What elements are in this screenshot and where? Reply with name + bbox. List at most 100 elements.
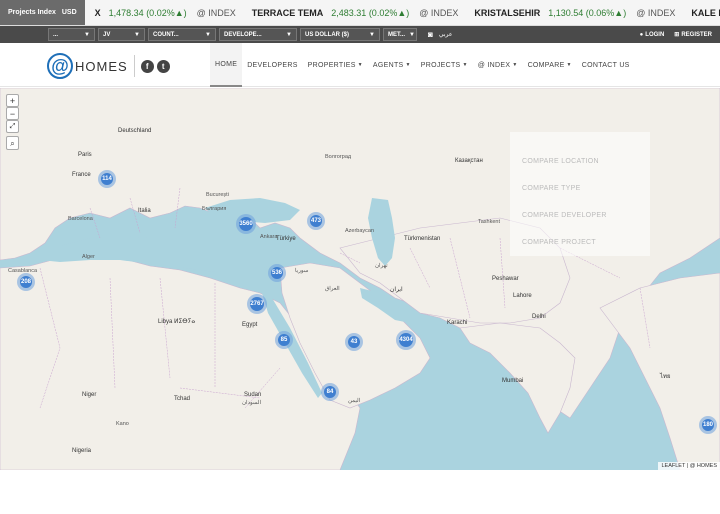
compare-type-link[interactable]: COMPARE TYPE xyxy=(522,185,581,192)
zoom-in-button[interactable]: + xyxy=(6,94,19,107)
ticker-item[interactable]: X 1,478.34 (0.02%▲) @ INDEX xyxy=(95,8,242,18)
currency-select[interactable]: US DOLLAR ($) ▼ xyxy=(300,28,380,41)
nav-item-home[interactable]: HOME xyxy=(210,43,243,87)
cluster-count: 85 xyxy=(277,333,291,347)
marker-cluster[interactable]: 84 xyxy=(321,383,339,401)
filter-select-type[interactable]: ... ▼ xyxy=(48,28,95,41)
ticker-item-name: TERRACE TEMA xyxy=(251,7,324,18)
marker-cluster[interactable]: 4304 xyxy=(396,330,416,350)
cluster-count: 114 xyxy=(100,172,114,186)
nav-item-agents[interactable]: AGENTS ▼ xyxy=(368,43,416,87)
ticker-item[interactable]: KRISTALSEHIR 1,130.54 (0.06%▲) @ INDEX xyxy=(474,8,681,18)
nav-item-projects[interactable]: PROJECTS ▼ xyxy=(416,43,473,87)
marker-cluster[interactable]: 536 xyxy=(268,264,286,282)
nav-item-index[interactable]: @ INDEX ▼ xyxy=(473,43,523,87)
search-icon[interactable]: ⌕ xyxy=(6,136,19,150)
unit-select[interactable]: MET... ▼ xyxy=(383,28,417,41)
compare-project-link[interactable]: COMPARE PROJECT xyxy=(522,239,596,246)
map-attribution[interactable]: LEAFLET | @ HOMES xyxy=(658,462,720,470)
nav-label: PROPERTIES xyxy=(307,61,356,69)
map-label: България xyxy=(202,206,227,212)
logo-at-icon: @ xyxy=(47,53,73,79)
nav-label: AGENTS xyxy=(372,61,404,69)
marker-cluster[interactable]: 180 xyxy=(699,416,717,434)
nav-item-developers[interactable]: DEVELOPERS xyxy=(242,43,302,87)
map-label: Tchad xyxy=(174,396,191,402)
marker-cluster[interactable]: 114 xyxy=(98,170,116,188)
nav-label: @ INDEX xyxy=(477,61,511,69)
ticker-item[interactable]: TERRACE TEMA 2,483.31 (0.02%▲) @ INDEX xyxy=(252,8,465,18)
map-label: Italia xyxy=(138,208,151,214)
compare-developer-link[interactable]: COMPARE DEVELOPER xyxy=(522,212,607,219)
nav-label: PROJECTS xyxy=(420,61,461,69)
account-links: ● LOGIN ⊞ REGISTER xyxy=(630,26,712,43)
register-label: REGISTER xyxy=(681,31,712,38)
projects-map[interactable]: Deutschland Paris France Barcelona Itali… xyxy=(0,88,720,470)
map-label: Sudan xyxy=(244,392,262,398)
ticker-label[interactable]: Projects Index USD xyxy=(0,0,85,25)
site-logo[interactable]: @ HOMES f t xyxy=(47,53,173,79)
map-label: Kano xyxy=(116,421,129,427)
ticker-title: Projects Index xyxy=(8,9,56,16)
ticker-item-name: KRISTALSEHIR xyxy=(474,7,541,18)
marker-cluster[interactable]: 43 xyxy=(345,333,363,351)
cluster-count: 473 xyxy=(309,214,323,228)
map-label: ایران xyxy=(390,287,403,293)
nav-item-contact[interactable]: CONTACT US xyxy=(577,43,635,87)
compare-panel xyxy=(510,132,650,256)
map-label: Türkmenistan xyxy=(404,236,441,242)
ticker-item[interactable]: KALE KENT xyxy=(691,8,720,18)
chevron-down-icon: ▼ xyxy=(205,31,211,38)
nav-label: HOME xyxy=(215,60,238,68)
map-label: Libya ⵍⵉⴱⵢⴰ xyxy=(158,319,196,325)
caret-down-icon: ▼ xyxy=(566,62,572,68)
filter-select-country[interactable]: COUNT... ▼ xyxy=(148,28,216,41)
marker-cluster[interactable]: 473 xyxy=(307,212,325,230)
caret-down-icon: ▼ xyxy=(512,62,518,68)
filter-select-jv[interactable]: JV ▼ xyxy=(98,28,145,41)
filter-value: COUNT... xyxy=(153,31,179,38)
caret-down-icon: ▼ xyxy=(405,62,411,68)
main-nav: @ HOMES f t HOME DEVELOPERS PROPERTIES ▼ … xyxy=(0,43,720,87)
marker-cluster[interactable]: 208 xyxy=(17,273,35,291)
zoom-out-button[interactable]: − xyxy=(6,107,19,120)
ticker-item-value: 1,478.34 (0.02%▲) xyxy=(108,7,187,18)
nav-item-properties[interactable]: PROPERTIES ▼ xyxy=(303,43,368,87)
login-link[interactable]: ● LOGIN xyxy=(640,32,665,38)
cluster-count: 536 xyxy=(270,266,284,280)
filter-select-developer[interactable]: DEVELOPE... ▼ xyxy=(219,28,297,41)
index-ticker: Projects Index USD X 1,478.34 (0.02%▲) @… xyxy=(0,0,720,26)
nav-item-compare[interactable]: COMPARE ▼ xyxy=(523,43,577,87)
filter-value: JV xyxy=(103,31,111,38)
facebook-icon[interactable]: f xyxy=(140,59,154,73)
nav-label: COMPARE xyxy=(527,61,565,69)
map-label: Lahore xyxy=(513,293,532,299)
plus-square-icon: ⊞ xyxy=(674,32,680,38)
language-switch[interactable]: عربي xyxy=(439,31,453,38)
map-label: Peshawar xyxy=(492,276,519,282)
nav-label: CONTACT US xyxy=(581,61,630,69)
map-label: Nigeria xyxy=(72,448,92,454)
marker-cluster[interactable]: 3560 xyxy=(236,214,256,234)
ticker-item-value: 1,130.54 (0.06%▲) xyxy=(548,7,627,18)
camera-icon[interactable]: ◙ xyxy=(428,30,433,39)
map-label: France xyxy=(72,172,91,178)
marker-cluster[interactable]: 85 xyxy=(275,331,293,349)
twitter-icon[interactable]: t xyxy=(156,59,170,73)
map-label: București xyxy=(206,192,229,198)
map-label: Deutschland xyxy=(118,128,152,134)
ticker-currency[interactable]: USD xyxy=(62,9,77,16)
fullscreen-icon[interactable]: ⤢ xyxy=(6,120,19,133)
user-icon: ● xyxy=(639,31,644,38)
map-label: Egypt xyxy=(242,322,258,328)
chevron-down-icon: ▼ xyxy=(84,31,90,38)
map-label: Волгоград xyxy=(325,154,352,160)
marker-cluster[interactable]: 2767 xyxy=(247,294,267,314)
register-link[interactable]: ⊞ REGISTER xyxy=(674,31,712,39)
compare-location-link[interactable]: COMPARE LOCATION xyxy=(522,158,599,165)
login-label: LOGIN xyxy=(645,31,665,38)
nav-menu: HOME DEVELOPERS PROPERTIES ▼ AGENTS ▼ PROJ… xyxy=(210,43,635,87)
cluster-count: 84 xyxy=(323,385,337,399)
logo-divider xyxy=(133,55,135,77)
logo-text: HOMES xyxy=(75,58,128,74)
